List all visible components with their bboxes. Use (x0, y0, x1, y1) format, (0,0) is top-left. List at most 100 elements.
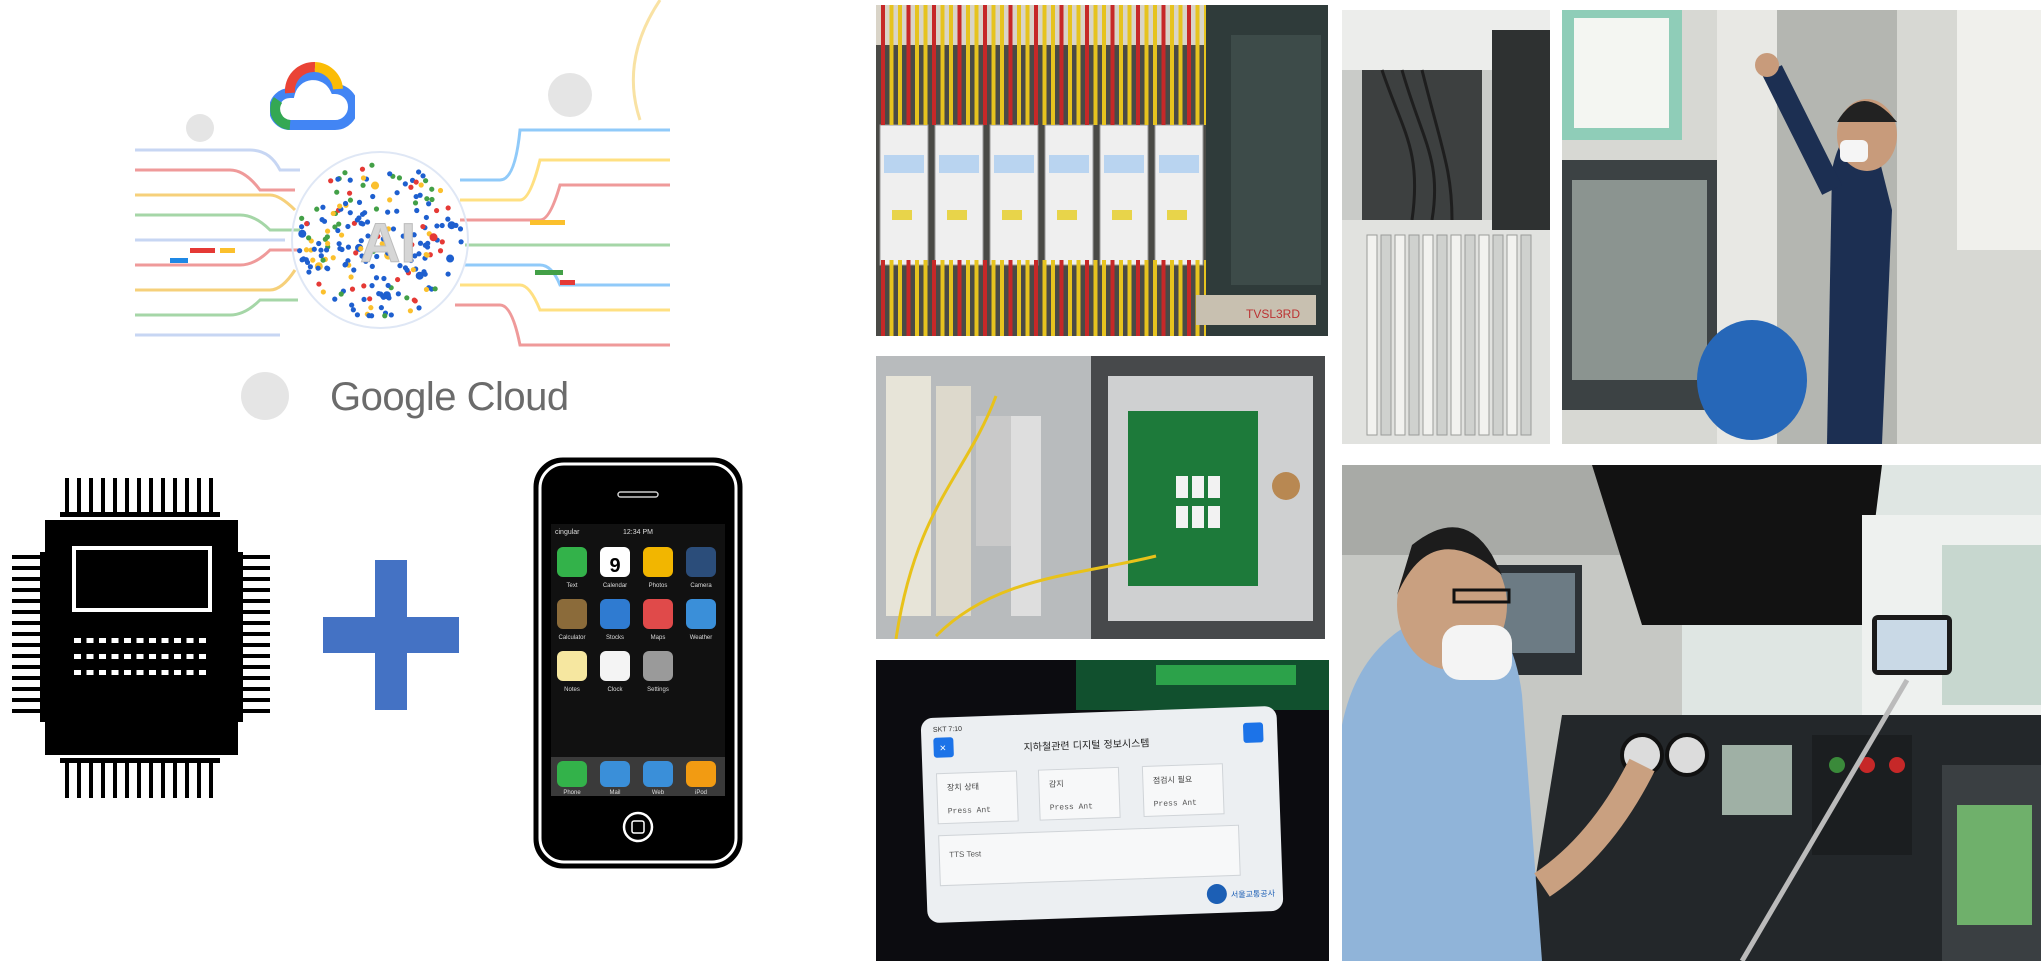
smartphone-icon: cingular 12:34 PM Text Calendar Photos Came… (533, 457, 743, 869)
brain-dot (306, 269, 312, 275)
phone-app-label: Text (566, 583, 577, 589)
brain-dot (369, 162, 375, 168)
tablet-status-time: SKT 7:10 (933, 726, 962, 734)
brain-dot (408, 184, 414, 190)
brain-dot (457, 226, 464, 232)
brain-dot (433, 207, 440, 214)
brain-dot (359, 166, 366, 172)
brain-dot (324, 234, 330, 240)
brain-dot (316, 240, 322, 247)
photo-relay-panel: TVSL3RD (876, 5, 1328, 336)
phone-app-label: Stocks (606, 635, 624, 641)
brain-dot (347, 177, 353, 183)
brain-dot (314, 206, 320, 212)
brain-dot (349, 302, 355, 308)
brain-dot (298, 229, 307, 238)
tablet-field-3-value: Press Ant (1154, 799, 1198, 810)
brain-dot (350, 307, 356, 313)
brain-dot (361, 283, 367, 289)
brain-dot (387, 171, 393, 177)
brain-dot (342, 200, 349, 207)
brain-dot (421, 269, 427, 275)
phone-app-label: Settings (647, 687, 669, 693)
tablet-field-1-label: 장치 상태 (947, 781, 979, 792)
brain-dot (368, 305, 374, 311)
brain-dot (446, 254, 455, 263)
brain-dot (345, 244, 352, 250)
brain-dot (349, 286, 356, 292)
phone-app-label: Camera (690, 583, 712, 589)
brain-dot (416, 169, 422, 175)
brain-dot (347, 197, 354, 203)
brain-dot (445, 216, 451, 222)
brain-dot (315, 265, 321, 271)
brain-dot (353, 250, 359, 256)
brain-dot (299, 215, 305, 221)
brain-dot (307, 264, 313, 270)
panel-tag: TVSL3RD (1246, 307, 1300, 321)
brain-dot (323, 247, 330, 253)
photo-control-box (876, 356, 1325, 639)
phone-app-label: Notes (564, 687, 580, 693)
brain-dot (395, 291, 401, 297)
brain-dot (343, 261, 349, 267)
brain-dot (367, 296, 373, 302)
brain-dot (395, 276, 401, 283)
phone-app-label: Calculator (558, 635, 585, 641)
brain-dot (320, 204, 326, 210)
brain-dot (338, 291, 344, 297)
brain-dot (429, 233, 438, 242)
photo-worker (1562, 10, 2041, 444)
brain-dot (382, 291, 391, 300)
brain-dot (304, 221, 310, 227)
brain-dot (424, 196, 430, 202)
brain-dot (439, 239, 445, 245)
brain-dot (351, 267, 357, 273)
brain-dot (445, 271, 451, 277)
brain-dot (423, 214, 429, 221)
brain-dot (404, 295, 410, 301)
brain-dot (369, 283, 375, 289)
brain-dot (420, 223, 426, 230)
brain-dot (335, 176, 341, 182)
ai-brain-icon: AI (135, 0, 670, 420)
brain-dot (300, 256, 307, 262)
brain-dot (339, 246, 345, 253)
brain-dot (418, 182, 424, 188)
tablet-footer-logo: 서울교통공사 (1231, 889, 1276, 900)
brain-dot (411, 297, 417, 303)
brain-dot (458, 239, 464, 245)
brain-dot (348, 274, 354, 280)
brain-dot (387, 197, 393, 203)
brain-dot (437, 187, 444, 194)
brain-dot (360, 182, 366, 188)
brain-dot (325, 240, 331, 247)
collage: AI Google Cloud cingular 12:34 PM Text C… (0, 0, 2041, 961)
brain-dot (370, 193, 376, 200)
brain-dot (445, 205, 451, 211)
brain-dot (371, 181, 380, 190)
brain-dot (361, 296, 367, 303)
tablet-field-3-label: 점검시 필요 (1153, 774, 1193, 785)
brain-dot (304, 259, 311, 266)
brain-dot (423, 178, 429, 184)
brain-dot (412, 200, 419, 206)
brain-dot (335, 227, 341, 234)
brain-dot (356, 199, 363, 205)
phone-app-label: Clock (607, 687, 623, 693)
brain-dot (420, 173, 426, 179)
phone-app-label: Maps (651, 635, 666, 641)
photo-equipment-racks (1342, 10, 1550, 444)
brain-dot (334, 189, 340, 195)
brain-dot (381, 275, 387, 282)
brain-dot (324, 228, 331, 234)
google-cloud-text: Google Cloud (330, 375, 569, 419)
brain-dot (407, 308, 414, 314)
brain-dot (320, 289, 326, 295)
brain-dot (311, 246, 317, 252)
phone-app-label: Photos (649, 583, 668, 589)
brain-dot (325, 266, 331, 272)
brain-dot (388, 312, 394, 318)
phone-dock-label: Phone (563, 790, 581, 796)
brain-dot (396, 175, 403, 181)
